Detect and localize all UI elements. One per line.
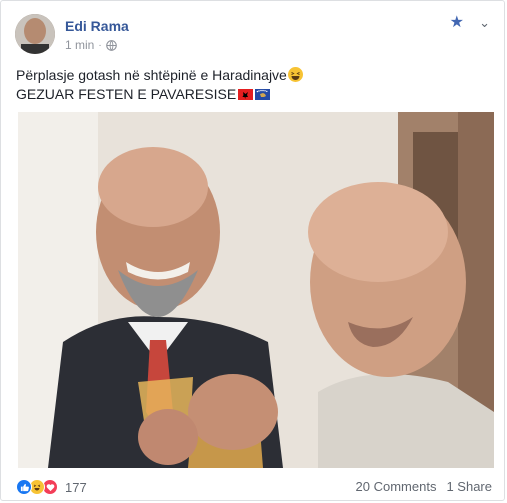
post-text: Përplasje gotash në shtëpinë e Haradinaj… [16, 66, 492, 104]
post-time[interactable]: 1 min [65, 38, 94, 52]
post-photo[interactable] [18, 112, 494, 468]
author-name[interactable]: Edi Rama [65, 18, 129, 34]
post-line-1: Përplasje gotash në shtëpinë e Haradinaj… [16, 67, 287, 83]
reaction-count: 177 [65, 479, 87, 495]
shares-count-link[interactable]: 1 Share [446, 479, 492, 494]
separator-dot: · [98, 39, 102, 51]
star-icon[interactable]: ★ [450, 15, 464, 31]
reaction-summary[interactable]: 177 [16, 479, 87, 495]
albania-flag-icon [238, 89, 254, 100]
kosovo-flag-icon [255, 89, 271, 100]
post-meta: 1 min · [65, 38, 117, 52]
chevron-down-icon[interactable]: ⌄ [479, 15, 490, 31]
post-footer: 177 20 Comments 1 Share [16, 479, 492, 499]
post-stats: 20 Comments 1 Share [356, 479, 492, 494]
comments-count-link[interactable]: 20 Comments [356, 479, 437, 494]
laughing-emoji-icon [287, 67, 303, 82]
post-header: Edi Rama 1 min · ★ ⌄ [15, 13, 494, 57]
post-line-2: GEZUAR FESTEN E PAVARESISE [16, 86, 237, 102]
globe-icon [105, 39, 117, 51]
post-card: Edi Rama 1 min · ★ ⌄ Përplasje gotash në… [0, 0, 505, 501]
avatar[interactable] [15, 14, 55, 54]
like-reaction-icon [16, 479, 32, 495]
